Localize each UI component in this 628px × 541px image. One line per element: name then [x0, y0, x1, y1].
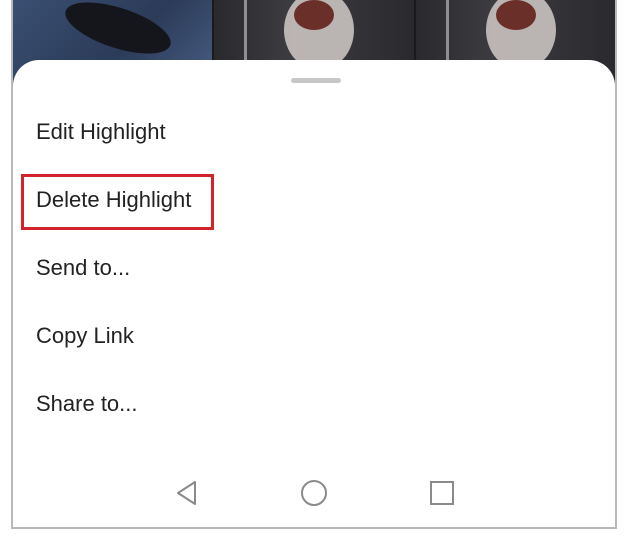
menu-item-send-to[interactable]: Send to... [13, 234, 615, 302]
photo-content [495, 0, 536, 30]
home-circle-icon [301, 480, 327, 506]
menu-item-share-to[interactable]: Share to... [13, 370, 615, 438]
menu-item-label: Send to... [36, 255, 131, 280]
recents-square-icon [430, 481, 454, 505]
drag-handle[interactable] [291, 78, 341, 83]
bottom-sheet: Edit Highlight Delete Highlight Send to.… [13, 60, 615, 527]
menu-item-label: Share to... [36, 391, 138, 416]
menu-item-copy-link[interactable]: Copy Link [13, 302, 615, 370]
menu-item-edit-highlight[interactable]: Edit Highlight [13, 98, 615, 166]
phone-screen: Edit Highlight Delete Highlight Send to.… [11, 0, 617, 529]
back-triangle-icon [177, 481, 196, 505]
options-menu: Edit Highlight Delete Highlight Send to.… [13, 98, 615, 438]
system-nav-bar [13, 459, 615, 527]
menu-item-delete-highlight[interactable]: Delete Highlight [13, 166, 615, 234]
home-button[interactable] [298, 477, 330, 509]
menu-item-label: Delete Highlight [36, 187, 192, 212]
photo-content [59, 0, 177, 65]
recents-button[interactable] [426, 477, 458, 509]
back-button[interactable] [171, 477, 203, 509]
menu-item-label: Copy Link [36, 323, 134, 348]
menu-item-label: Edit Highlight [36, 119, 166, 144]
